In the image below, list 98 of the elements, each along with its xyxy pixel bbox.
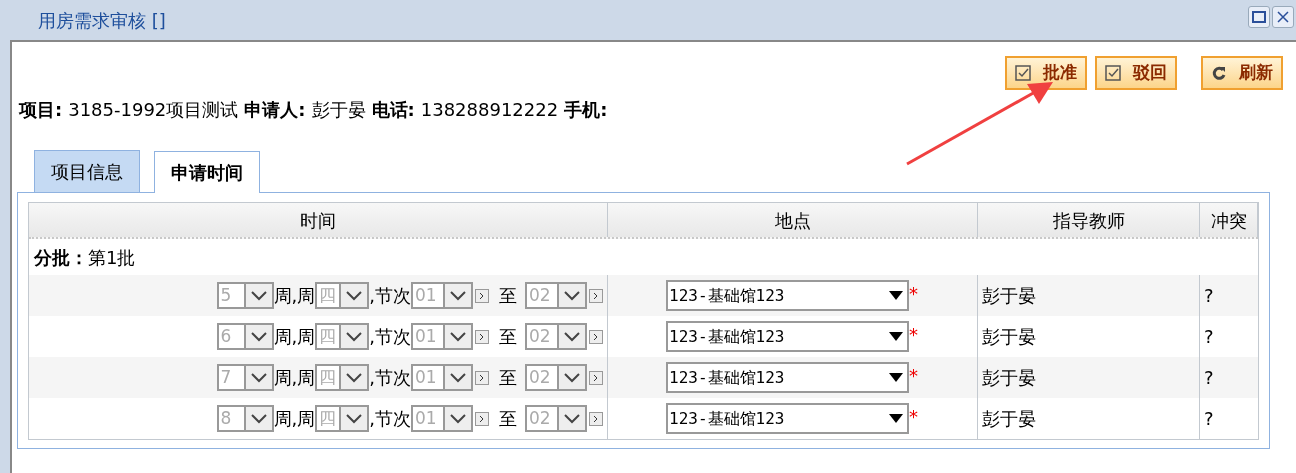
maximize-icon (1252, 11, 1266, 23)
location-dropdown[interactable]: 123-基础馆123 (666, 280, 909, 311)
chevron-down-icon (450, 372, 466, 383)
refresh-icon (1211, 65, 1227, 81)
info-label: 项目: (19, 98, 63, 122)
chevron-down-icon (250, 290, 267, 301)
to-label: 至 (499, 407, 517, 431)
week-label: 周,周 (273, 325, 316, 349)
step-icon[interactable] (589, 370, 603, 385)
week-label: 周,周 (273, 284, 316, 308)
chevron-down-icon (564, 413, 580, 424)
conflict-cell-text: ? (1204, 407, 1214, 431)
info-label: 电话: (371, 98, 415, 122)
teacher-cell-text: 彭于晏 (982, 407, 1036, 431)
dropdown[interactable]: 8 (216, 405, 274, 432)
toolbar-button[interactable]: 批准 (1005, 56, 1087, 90)
dropdown[interactable]: 02 (525, 323, 587, 350)
chevron-down-icon (346, 331, 363, 342)
chevron-down-icon (450, 290, 466, 301)
column-header: 地点 (608, 203, 978, 237)
period-label: ,节次 (369, 407, 411, 431)
dropdown[interactable]: 02 (525, 405, 587, 432)
toolbar-button[interactable]: 刷新 (1201, 56, 1283, 90)
chevron-down-icon (346, 413, 363, 424)
step-icon[interactable] (475, 411, 489, 426)
chevron-down-icon (564, 331, 580, 342)
conflict-cell-text: ? (1204, 325, 1214, 349)
maximize-button[interactable] (1248, 6, 1270, 28)
to-label: 至 (499, 366, 517, 390)
step-icon[interactable] (589, 329, 603, 344)
week-label: 周,周 (273, 366, 316, 390)
step-icon[interactable] (475, 329, 489, 344)
dropdown[interactable]: 01 (411, 323, 473, 350)
dropdown-arrow-icon (889, 291, 903, 300)
info-label: 申请人: (244, 98, 306, 122)
chevron-down-icon (250, 372, 267, 383)
tab[interactable]: 申请时间 (154, 151, 260, 193)
checkbox-icon (1105, 65, 1121, 81)
chevron-down-icon (346, 290, 363, 301)
close-icon (1277, 11, 1289, 23)
period-label: ,节次 (369, 284, 411, 308)
to-label: 至 (499, 325, 517, 349)
dropdown-arrow-icon (889, 373, 903, 382)
dropdown[interactable]: 01 (411, 405, 473, 432)
period-label: ,节次 (369, 366, 411, 390)
group-label: 分批： (34, 245, 88, 270)
dropdown[interactable]: 四 (315, 323, 370, 350)
dropdown-arrow-icon (889, 332, 903, 341)
teacher-cell-text: 彭于晏 (982, 325, 1036, 349)
dropdown[interactable]: 7 (216, 364, 274, 391)
teacher-cell-text: 彭于晏 (982, 366, 1036, 390)
step-icon[interactable] (589, 288, 603, 303)
week-label: 周,周 (273, 407, 316, 431)
conflict-cell-text: ? (1204, 366, 1214, 390)
group-value: 第1批 (88, 245, 136, 270)
dropdown[interactable]: 01 (411, 282, 473, 309)
chevron-down-icon (450, 413, 466, 424)
chevron-down-icon (564, 290, 580, 301)
dropdown[interactable]: 02 (525, 364, 587, 391)
required-mark: * (909, 364, 918, 388)
to-label: 至 (499, 284, 517, 308)
column-header: 冲突 (1200, 203, 1258, 237)
tab[interactable]: 项目信息 (34, 150, 140, 192)
info-value: 彭于晏 (311, 98, 366, 122)
window-title: 用房需求审核 [] (38, 8, 166, 33)
column-header: 时间 (29, 203, 608, 237)
location-dropdown[interactable]: 123-基础馆123 (666, 321, 909, 352)
close-button[interactable] (1272, 6, 1294, 28)
teacher-cell-text: 彭于晏 (982, 284, 1036, 308)
checkbox-icon (1015, 65, 1031, 81)
dropdown[interactable]: 02 (525, 282, 587, 309)
conflict-cell-text: ? (1204, 284, 1214, 308)
info-value: 3185-1992项目测试 (68, 98, 239, 122)
info-value: 138288912222 (420, 98, 559, 122)
chevron-down-icon (250, 331, 267, 342)
dropdown[interactable]: 6 (216, 323, 274, 350)
dropdown[interactable]: 四 (315, 282, 370, 309)
step-icon[interactable] (589, 411, 603, 426)
step-icon[interactable] (475, 370, 489, 385)
dropdown[interactable]: 01 (411, 364, 473, 391)
chevron-down-icon (450, 331, 466, 342)
required-mark: * (909, 405, 918, 429)
dropdown[interactable]: 5 (216, 282, 274, 309)
column-header: 指导教师 (978, 203, 1200, 237)
info-label: 手机: (564, 98, 608, 122)
location-dropdown[interactable]: 123-基础馆123 (666, 403, 909, 434)
chevron-down-icon (250, 413, 267, 424)
period-label: ,节次 (369, 325, 411, 349)
dropdown[interactable]: 四 (315, 364, 370, 391)
toolbar-button[interactable]: 驳回 (1095, 56, 1177, 90)
required-mark: * (909, 323, 918, 347)
chevron-down-icon (346, 372, 363, 383)
location-dropdown[interactable]: 123-基础馆123 (666, 362, 909, 393)
dropdown[interactable]: 四 (315, 405, 370, 432)
required-mark: * (909, 282, 918, 306)
chevron-down-icon (564, 372, 580, 383)
dropdown-arrow-icon (889, 414, 903, 423)
step-icon[interactable] (475, 288, 489, 303)
